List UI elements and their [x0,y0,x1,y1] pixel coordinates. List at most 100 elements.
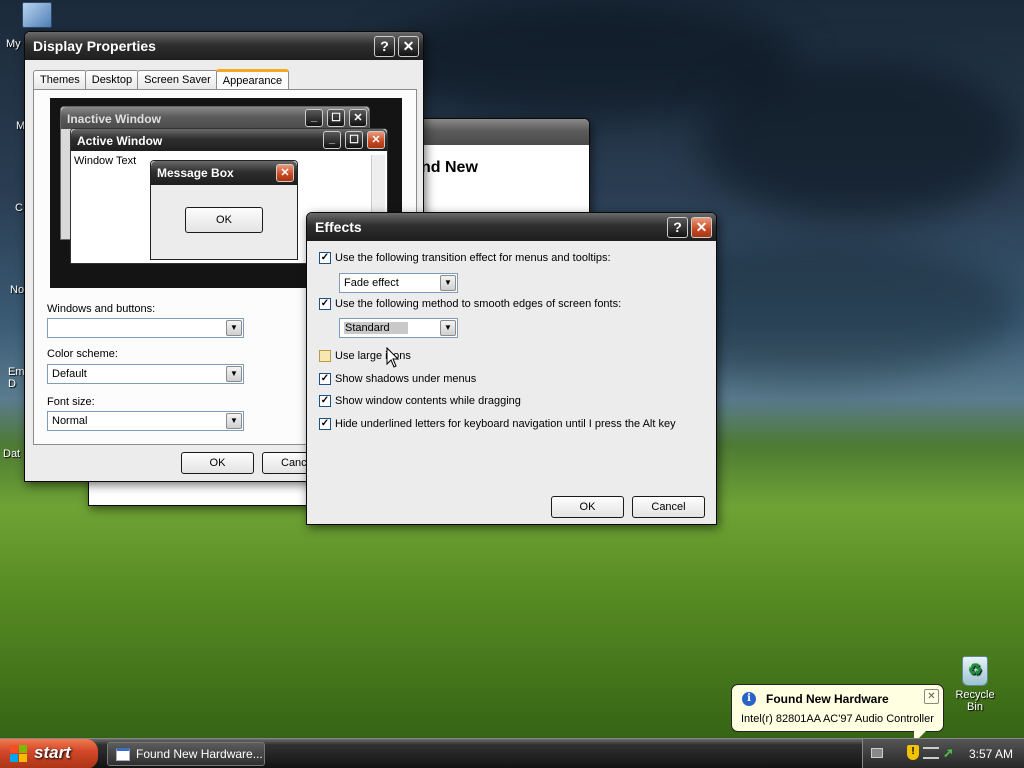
window-icon [116,748,130,761]
help-button[interactable]: ? [374,36,395,57]
windows-logo-icon [10,745,28,763]
chevron-down-icon: ▼ [226,413,242,429]
effects-dialog[interactable]: Effects ? ✕ ✓ Use the following transitio… [306,212,717,525]
taskbar: start Found New Hardware... ! ➚ 3:57 AM [0,738,1024,768]
maximize-icon: ☐ [345,131,363,149]
hide-underlines-option[interactable]: ✓ Hide underlined letters for keyboard na… [319,418,676,434]
chevron-down-icon: ▼ [226,366,242,382]
wallpaper-cloud [700,60,1020,220]
taskbar-item-label: Found New Hardware... [136,747,263,761]
color-scheme-select[interactable]: Default ▼ [47,364,244,384]
chevron-down-icon: ▼ [440,320,456,336]
font-size-value: Normal [52,415,88,427]
desktop-icon-label: My [6,38,21,50]
preview-message-box-titlebar: Message Box ✕ [151,161,297,185]
transition-effect-value: Fade effect [344,277,399,289]
tab-themes[interactable]: Themes [33,70,87,90]
hide-underlines-label: Hide underlined letters for keyboard nav… [335,418,676,430]
effects-ok-button[interactable]: OK [551,496,624,518]
effects-titlebar[interactable]: Effects ? ✕ [307,213,716,241]
computer-icon [22,2,52,28]
preview-message-box-title: Message Box [157,166,234,180]
maximize-icon: ☐ [327,109,345,127]
found-new-hardware-heading: nd New [421,159,478,176]
menu-shadows-checkbox[interactable]: ✓ [319,373,331,386]
balloon-title: Found New Hardware [766,692,889,706]
security-shield-icon[interactable]: ! [907,745,919,760]
tab-appearance[interactable]: Appearance [215,69,290,91]
close-icon: ✕ [402,38,415,54]
balloon-message: Intel(r) 82801AA AC'97 Audio Controller [741,713,934,725]
color-scheme-value: Default [52,368,87,380]
mouse-cursor-icon [386,347,400,368]
preview-active-title: Active Window [77,134,163,148]
recycle-bin-label: Recycle Bin [955,689,995,713]
color-scheme-label: Color scheme: [47,348,118,360]
close-icon: ✕ [349,109,367,127]
smooth-edges-checkbox[interactable]: ✓ [319,298,331,311]
smooth-edges-label: Use the following method to smooth edges… [335,298,622,310]
ok-button[interactable]: OK [181,452,254,474]
network-icon[interactable] [923,747,939,759]
tab-desktop[interactable]: Desktop [84,70,140,90]
tab-strip: Themes Desktop Screen Saver Appearance [33,68,290,91]
effects-title: Effects [315,219,362,235]
my-computer-desktop-icon[interactable] [22,2,52,28]
drag-contents-option[interactable]: ✓ Show window contents while dragging [319,395,521,411]
balloon-close-button[interactable]: ✕ [924,689,939,704]
preview-active-titlebar: Active Window _ ☐ ✕ [71,129,387,151]
close-icon: ✕ [367,131,385,149]
found-new-hardware-balloon[interactable]: i Found New Hardware ✕ Intel(r) 82801AA … [731,684,944,743]
start-button[interactable]: start [0,739,98,768]
close-icon: ✕ [695,219,708,235]
drag-contents-checkbox[interactable]: ✓ [319,395,331,408]
windows-buttons-select[interactable]: ▼ [47,318,244,338]
transition-effect-option[interactable]: ✓ Use the following transition effect for… [319,252,611,268]
help-icon: ? [673,219,682,235]
clock[interactable]: 3:57 AM [969,747,1013,761]
desktop-icon-label: Dat [3,448,21,460]
desktop-icon-label: Em D [8,366,25,390]
smooth-edges-value: Standard [344,322,408,334]
chevron-down-icon: ▼ [226,320,242,336]
effects-cancel-button[interactable]: Cancel [632,496,705,518]
minimize-icon: _ [323,131,341,149]
display-properties-titlebar[interactable]: Display Properties ? ✕ [25,32,423,60]
preview-inactive-title: Inactive Window [67,112,161,126]
menu-shadows-option[interactable]: ✓ Show shadows under menus [319,373,476,389]
transition-effect-checkbox[interactable]: ✓ [319,252,331,265]
close-button[interactable]: ✕ [398,36,419,57]
transition-effect-label: Use the following transition effect for … [335,252,611,264]
close-button[interactable]: ✕ [691,217,712,238]
drag-contents-label: Show window contents while dragging [335,395,521,407]
preview-window-text: Window Text [74,155,137,167]
close-icon: ✕ [927,691,936,702]
taskbar-item-found-new-hardware[interactable]: Found New Hardware... [107,742,265,766]
hide-underlines-checkbox[interactable]: ✓ [319,418,331,431]
large-icons-checkbox[interactable] [319,350,331,363]
keyboard-icon[interactable] [871,748,883,758]
recycle-bin-icon: ♻ [962,656,988,686]
desktop-icon-label: C [15,202,23,214]
help-button[interactable]: ? [667,217,688,238]
minimize-icon: _ [305,109,323,127]
font-size-label: Font size: [47,396,95,408]
smooth-edges-option[interactable]: ✓ Use the following method to smooth edge… [319,298,621,314]
preview-inactive-titlebar: Inactive Window _ ☐ ✕ [61,107,369,129]
menu-shadows-label: Show shadows under menus [335,373,477,385]
recycle-bin-desktop-icon[interactable]: ♻ Recycle Bin [946,656,1004,713]
help-icon: ? [380,38,389,54]
chevron-down-icon: ▼ [440,275,456,291]
transition-effect-select[interactable]: Fade effect ▼ [339,273,458,293]
close-icon: ✕ [276,164,294,182]
start-label: start [34,743,71,762]
system-tray: ! ➚ 3:57 AM [862,739,1024,768]
window-title: Display Properties [33,38,156,54]
safely-remove-hardware-icon[interactable]: ➚ [943,745,957,760]
windows-buttons-label: Windows and buttons: [47,303,156,315]
desktop-icon-label: No [10,284,25,296]
tab-screen-saver[interactable]: Screen Saver [137,70,218,90]
preview-ok-button: OK [185,207,263,233]
smooth-edges-select[interactable]: Standard ▼ [339,318,458,338]
font-size-select[interactable]: Normal ▼ [47,411,244,431]
